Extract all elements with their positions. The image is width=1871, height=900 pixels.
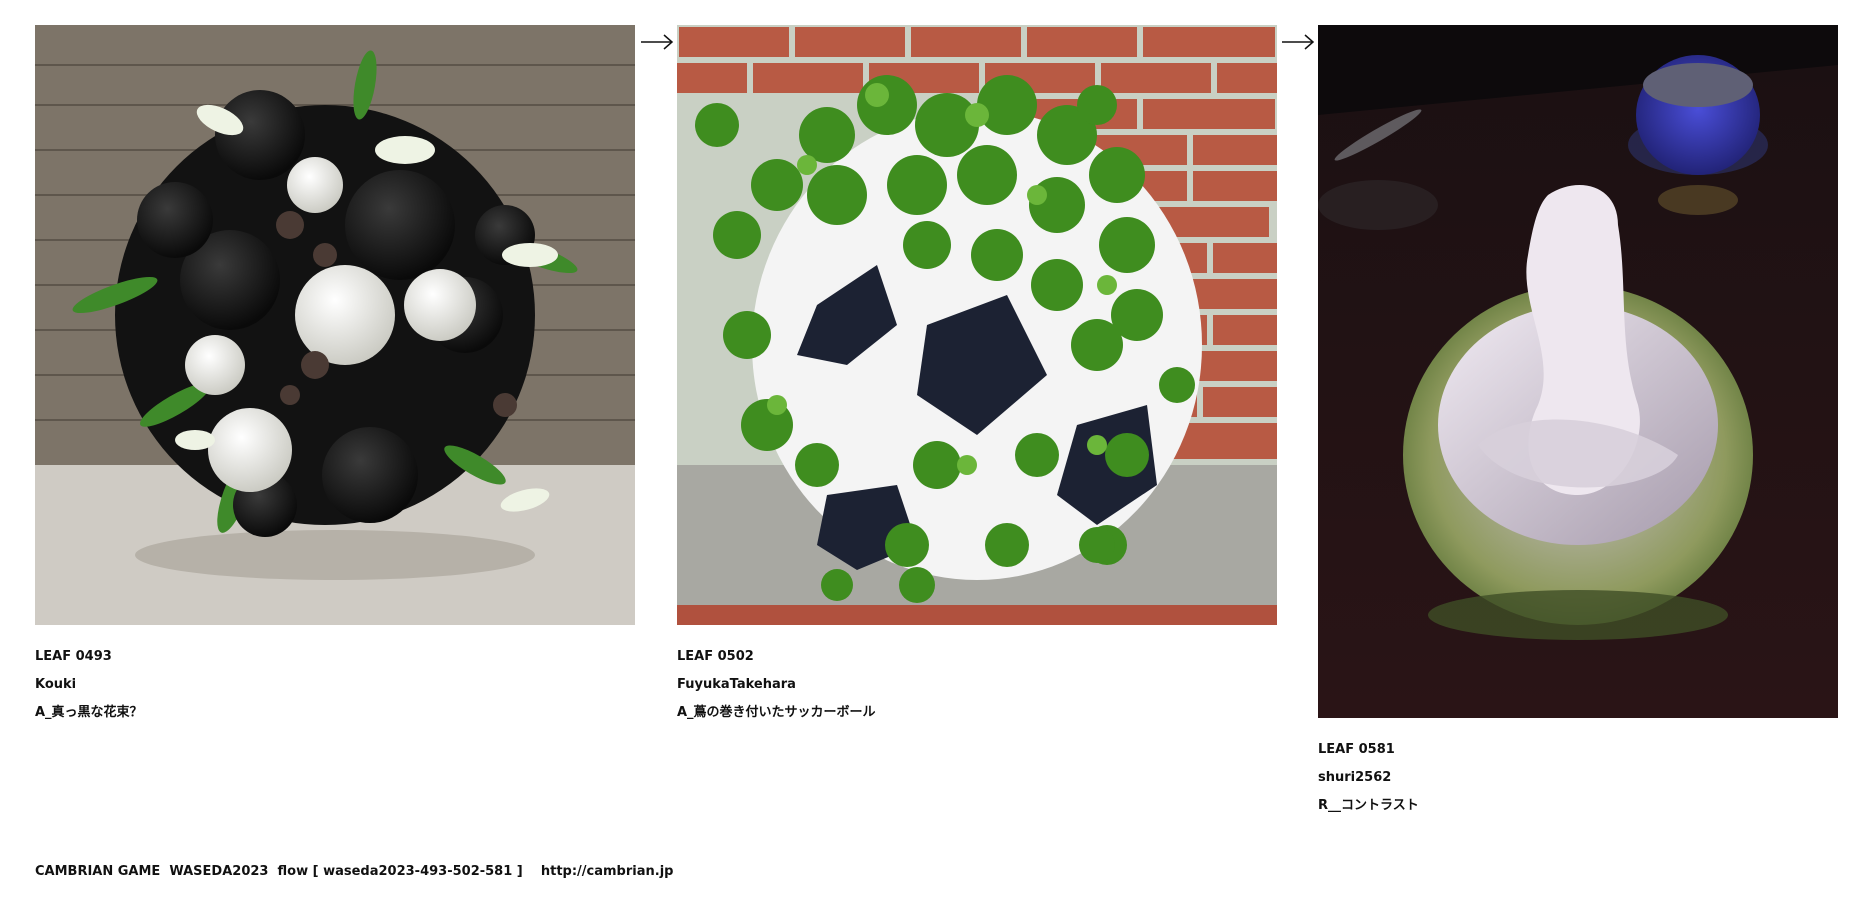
leaf-card-0493: LEAF 0493 Kouki A_真っ黒な花束？ bbox=[35, 25, 635, 727]
leaf-title: A_真っ黒な花束？ bbox=[35, 705, 143, 720]
leaf-title: R__コントラスト bbox=[1318, 798, 1419, 813]
leaf-id: LEAF 0581 bbox=[1318, 742, 1395, 757]
leaf-author[interactable]: FuyukaTakehara bbox=[677, 671, 1277, 699]
leaf-0493-image[interactable] bbox=[35, 25, 635, 625]
leaf-title: A_蔦の巻き付いたサッカーボール bbox=[677, 705, 876, 720]
leaf-0581-image[interactable] bbox=[1318, 25, 1838, 718]
leaf-card-0581: LEAF 0581 shuri2562 R__コントラスト bbox=[1318, 25, 1838, 820]
footer-link[interactable]: http://cambrian.jp bbox=[541, 864, 674, 879]
right-arrow-icon bbox=[641, 34, 674, 50]
leaf-card-0502: LEAF 0502 FuyukaTakehara A_蔦の巻き付いたサッカーボー… bbox=[677, 25, 1277, 727]
right-arrow-icon bbox=[1282, 34, 1315, 50]
leaf-id: LEAF 0502 bbox=[677, 649, 754, 664]
footer: CAMBRIAN GAME WASEDA2023 flow [ waseda20… bbox=[35, 864, 673, 879]
leaf-id: LEAF 0493 bbox=[35, 649, 112, 664]
leaf-author[interactable]: Kouki bbox=[35, 671, 635, 699]
leaf-0502-image[interactable] bbox=[677, 25, 1277, 625]
leaf-author[interactable]: shuri2562 bbox=[1318, 764, 1838, 792]
footer-text: CAMBRIAN GAME WASEDA2023 flow [ waseda20… bbox=[35, 864, 541, 879]
